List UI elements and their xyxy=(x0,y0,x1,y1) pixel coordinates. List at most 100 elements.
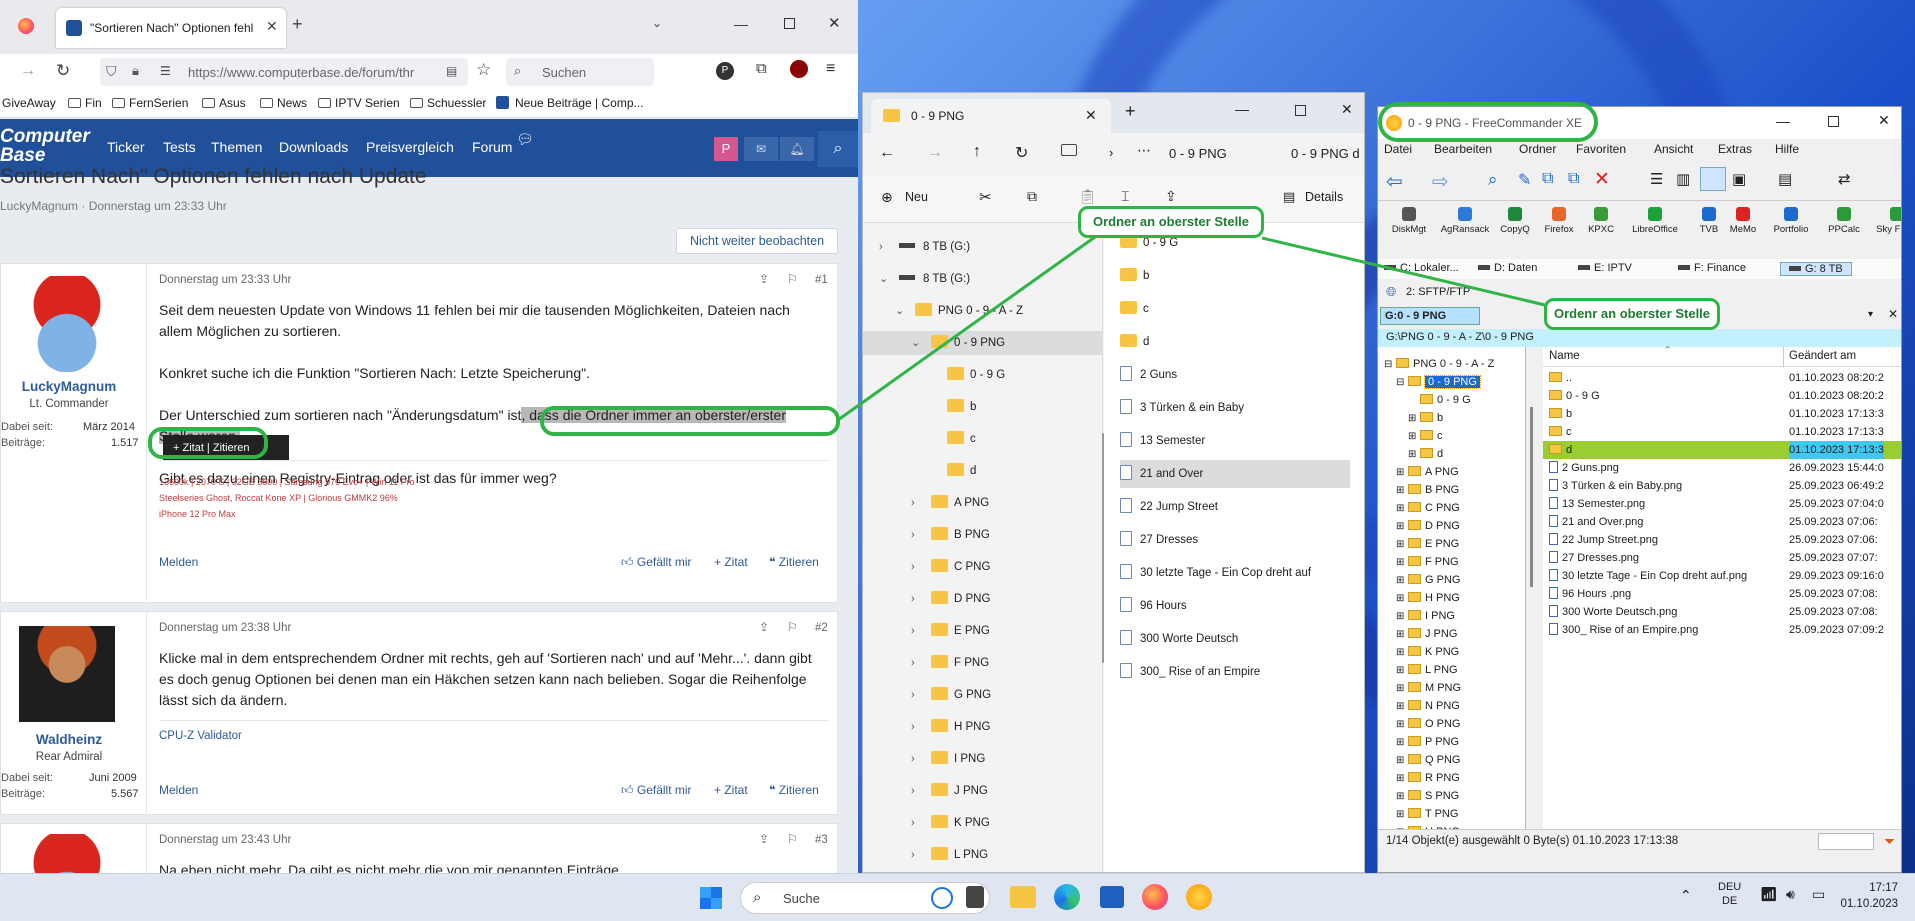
copy-icon[interactable]: ⧉ xyxy=(1542,170,1553,188)
cite-button[interactable]: ❝ Zitieren xyxy=(769,555,819,569)
tree-node[interactable]: ⊞ B PNG xyxy=(1396,481,1459,499)
view-list-icon[interactable]: ☰ xyxy=(1650,170,1663,188)
view-thumbnails-icon[interactable]: ▣ xyxy=(1732,170,1746,188)
share-icon[interactable]: ⇪ xyxy=(759,272,769,286)
site-permissions-icon[interactable]: ☰ xyxy=(160,64,171,78)
bookmark-schuessler[interactable]: Schuessler xyxy=(410,96,486,110)
tree-node[interactable]: ⊞ C PNG xyxy=(1396,499,1460,517)
bookmark-fernserien[interactable]: FernSerien xyxy=(112,96,188,110)
expand-icon[interactable]: ⊞ xyxy=(1396,716,1408,734)
new-button[interactable]: Neu xyxy=(905,190,928,204)
post-number[interactable]: #1 xyxy=(815,274,828,286)
new-tab-icon[interactable]: + xyxy=(292,14,303,35)
tool-kpxc[interactable]: KPXC xyxy=(1586,207,1616,243)
minimize-icon[interactable]: — xyxy=(1776,113,1790,129)
back-icon[interactable]: ← xyxy=(879,144,895,162)
tree-node[interactable]: ⊞ M PNG xyxy=(1396,679,1461,697)
maximize-icon[interactable] xyxy=(784,18,795,29)
drive-button[interactable]: F: Finance xyxy=(1678,262,1746,274)
tree-scrollbar[interactable] xyxy=(1530,407,1533,587)
column-divider[interactable] xyxy=(1783,347,1784,367)
close-window-icon[interactable]: ✕ xyxy=(828,14,841,32)
tool-portfolio[interactable]: Portfolio xyxy=(1762,207,1820,243)
expand-icon[interactable]: ⊞ xyxy=(1396,608,1408,626)
date-column-header[interactable]: Geändert am xyxy=(1789,350,1856,362)
drive-button[interactable]: D: Daten xyxy=(1478,262,1537,274)
file-row[interactable]: 22 Jump Street.png 25.09.2023 07:06: xyxy=(1543,531,1901,549)
user-avatar-smurf[interactable] xyxy=(19,276,115,372)
like-button[interactable]: 👍︎ Gefällt mir xyxy=(621,783,692,798)
search-icon[interactable]: ⌕ xyxy=(1488,170,1498,190)
nav-tests[interactable]: Tests xyxy=(163,139,196,155)
tree-node[interactable]: ⊞ L PNG xyxy=(1396,661,1458,679)
expand-icon[interactable]: ⊞ xyxy=(1396,554,1408,572)
chevron-right-icon[interactable]: › xyxy=(911,779,931,803)
file-row[interactable]: 21 and Over.png 25.09.2023 07:06: xyxy=(1543,513,1901,531)
file-row[interactable]: 0 - 9 G 01.10.2023 08:20:2 xyxy=(1543,387,1901,405)
close-window-icon[interactable]: ✕ xyxy=(1341,101,1353,118)
speaker-icon[interactable]: 🔊︎ xyxy=(1786,886,1795,903)
chevron-right-icon[interactable]: › xyxy=(911,555,931,579)
wifi-icon[interactable]: 📶︎ xyxy=(1760,886,1778,903)
notifications-bell-icon[interactable]: 🔔︎ xyxy=(780,137,814,161)
expand-icon[interactable]: ⊞ xyxy=(1396,788,1408,806)
expand-icon[interactable]: ⊞ xyxy=(1396,500,1408,518)
expand-icon[interactable]: ⊞ xyxy=(1396,662,1408,680)
tree-item[interactable]: › I PNG xyxy=(863,747,1103,771)
url-bar[interactable]: ⛉ 🔒︎ ☰ https://www.computerbase.de/forum… xyxy=(100,58,468,86)
menu-bearbeiten[interactable]: Bearbeiten xyxy=(1434,142,1492,156)
tool-firefox[interactable]: Firefox xyxy=(1536,207,1582,243)
expand-icon[interactable]: ⊞ xyxy=(1396,590,1408,608)
app-menu-hamburger-icon[interactable]: ≡ xyxy=(826,60,835,78)
bookmark-icon[interactable]: ⚐ xyxy=(787,832,798,846)
expand-icon[interactable]: ⊞ xyxy=(1396,806,1408,824)
drive-button[interactable]: E: IPTV xyxy=(1578,262,1632,274)
nav-downloads[interactable]: Downloads xyxy=(279,139,348,155)
this-pc-icon[interactable] xyxy=(1061,144,1077,156)
tree-item[interactable]: › K PNG xyxy=(863,811,1103,835)
list-item[interactable]: b xyxy=(1120,262,1350,290)
bookmark-icon[interactable]: ⚐ xyxy=(787,272,798,286)
tree-node[interactable]: ⊞ b xyxy=(1408,409,1443,427)
tree-node[interactable]: ⊞ H PNG xyxy=(1396,589,1460,607)
view-details-icon[interactable]: ▥ xyxy=(1676,170,1690,188)
tree-node[interactable]: ⊞ c xyxy=(1408,427,1443,445)
user-avatar-button[interactable]: P xyxy=(714,137,738,161)
bookmark-giveaway[interactable]: GiveAway xyxy=(2,96,56,110)
tree-node[interactable]: ⊟ 0 - 9 PNG xyxy=(1396,373,1481,391)
new-tab-icon[interactable]: + xyxy=(1125,101,1136,122)
tool-memo[interactable]: MeMo xyxy=(1728,207,1758,243)
forward-arrow-icon[interactable]: ⇨ xyxy=(1432,169,1449,194)
search-bar[interactable]: ⌕ Suchen xyxy=(506,58,654,86)
list-item[interactable]: 300 Worte Deutsch xyxy=(1120,625,1350,653)
post-number[interactable]: #2 xyxy=(815,622,828,634)
bookmark-neue-beitraege[interactable]: Neue Beiträge | Comp... xyxy=(496,96,644,110)
firefox-logo-icon[interactable] xyxy=(18,18,34,34)
quote-button[interactable]: + Zitat xyxy=(714,783,748,797)
chevron-right-icon[interactable]: › xyxy=(911,683,931,707)
share-icon[interactable]: ⇪ xyxy=(1165,188,1177,205)
file-row[interactable]: .. 01.10.2023 08:20:2 xyxy=(1543,369,1901,387)
tree-item[interactable]: › G PNG xyxy=(863,683,1103,707)
browser-tab[interactable]: "Sortieren Nach" Optionen fehl ✕ xyxy=(56,8,286,48)
chevron-right-icon[interactable]: › xyxy=(911,587,931,611)
ublock-origin-icon[interactable] xyxy=(790,60,808,78)
forward-icon[interactable]: → xyxy=(20,62,36,80)
url-text[interactable]: https://www.computerbase.de/forum/thr xyxy=(188,65,428,80)
tree-node[interactable]: ⊞ K PNG xyxy=(1396,643,1459,661)
expand-icon[interactable]: ⊞ xyxy=(1396,770,1408,788)
battery-icon[interactable]: ▭ xyxy=(1812,886,1825,903)
post-timestamp[interactable]: Donnerstag um 23:43 Uhr xyxy=(159,834,291,846)
list-item[interactable]: 21 and Over xyxy=(1120,460,1350,488)
list-item[interactable]: 22 Jump Street xyxy=(1120,493,1350,521)
firefox-taskbar-icon[interactable] xyxy=(1142,884,1168,910)
chevron-right-icon[interactable]: › xyxy=(911,619,931,643)
delete-x-icon[interactable]: ✕ xyxy=(1594,168,1610,191)
nav-themen[interactable]: Themen xyxy=(211,139,262,155)
nav-ticker[interactable]: Ticker xyxy=(107,139,145,155)
view-report-icon[interactable] xyxy=(1700,167,1726,191)
rename-icon[interactable]: ⌶ xyxy=(1121,188,1129,205)
report-link[interactable]: Melden xyxy=(159,783,198,797)
quote-button[interactable]: + Zitat xyxy=(714,555,748,569)
file-explorer-taskbar-icon[interactable] xyxy=(1010,886,1036,908)
